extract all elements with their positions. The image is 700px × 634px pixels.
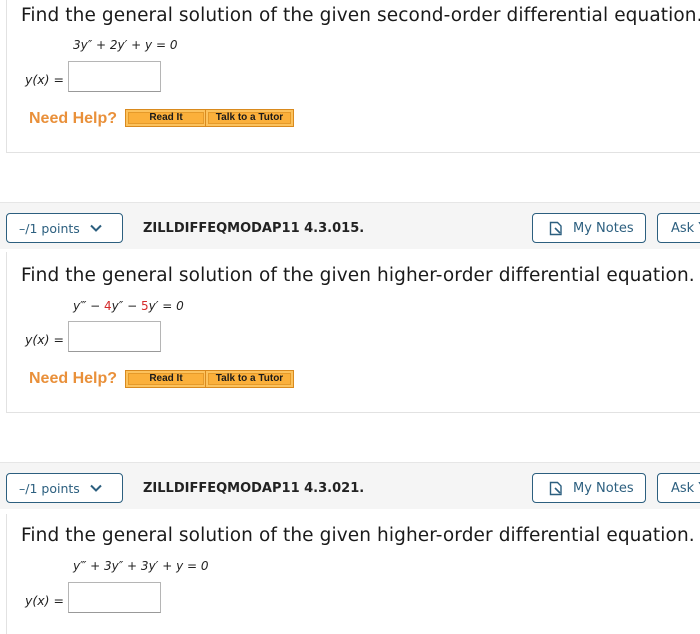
my-notes-button[interactable]: My Notes xyxy=(532,473,646,503)
talk-to-tutor-button[interactable]: Talk to a Tutor xyxy=(205,109,294,127)
my-notes-label: My Notes xyxy=(573,480,634,496)
points-dropdown[interactable]: –/1 points xyxy=(6,473,123,503)
chevron-down-icon xyxy=(90,484,102,492)
equation: y‴ + 3y″ + 3y′ + y = 0 xyxy=(73,559,209,573)
question-header-3: –/1 points ZILLDIFFEQMODAP11 4.3.021. My… xyxy=(0,462,700,509)
my-notes-label: My Notes xyxy=(573,220,634,236)
equation-part: y″ − xyxy=(111,299,141,313)
answer-label: y(x) = xyxy=(25,72,64,87)
points-dropdown[interactable]: –/1 points xyxy=(6,213,123,243)
answer-input[interactable] xyxy=(68,61,161,92)
points-label: –/1 points xyxy=(19,220,80,236)
chevron-down-icon xyxy=(90,224,102,232)
equation-part: y′ = 0 xyxy=(148,299,184,313)
ask-teacher-button[interactable]: Ask Your Teacher xyxy=(657,213,700,243)
talk-to-tutor-button[interactable]: Talk to a Tutor xyxy=(205,370,294,388)
notes-icon xyxy=(549,481,562,495)
equation-coefficient: 5 xyxy=(140,299,149,313)
equation-coefficient: 4 xyxy=(104,299,112,313)
question-prompt: Find the general solution of the given h… xyxy=(21,525,695,546)
my-notes-button[interactable]: My Notes xyxy=(532,213,646,243)
question-header-2: –/1 points ZILLDIFFEQMODAP11 4.3.015. My… xyxy=(0,202,700,249)
ask-teacher-button[interactable]: Ask Your Teacher xyxy=(657,473,700,503)
ask-teacher-label: Ask Your Teacher xyxy=(671,480,700,496)
question-prompt: Find the general solution of the given s… xyxy=(21,5,700,26)
equation-part: y‴ − xyxy=(73,299,105,313)
equation: y‴ − 4y″ − 5y′ = 0 xyxy=(73,299,184,313)
question-prompt: Find the general solution of the given h… xyxy=(21,265,695,286)
answer-input[interactable] xyxy=(68,582,161,613)
ask-teacher-label: Ask Your Teacher xyxy=(671,220,700,236)
question-card-3: Find the general solution of the given h… xyxy=(6,514,700,634)
need-help-label: Need Help? xyxy=(29,370,118,387)
question-id: ZILLDIFFEQMODAP11 4.3.015. xyxy=(143,221,365,236)
question-id: ZILLDIFFEQMODAP11 4.3.021. xyxy=(143,481,365,496)
answer-label: y(x) = xyxy=(25,593,64,608)
read-it-button[interactable]: Read It xyxy=(125,370,207,388)
read-it-button[interactable]: Read It xyxy=(125,109,207,127)
answer-label: y(x) = xyxy=(25,332,64,347)
points-label: –/1 points xyxy=(19,480,80,496)
need-help-label: Need Help? xyxy=(29,110,118,127)
answer-input[interactable] xyxy=(68,321,161,352)
notes-icon xyxy=(549,221,562,235)
equation: 3y″ + 2y′ + y = 0 xyxy=(73,38,178,52)
question-card-1: Find the general solution of the given s… xyxy=(6,0,700,153)
question-card-2: Find the general solution of the given h… xyxy=(6,252,700,413)
